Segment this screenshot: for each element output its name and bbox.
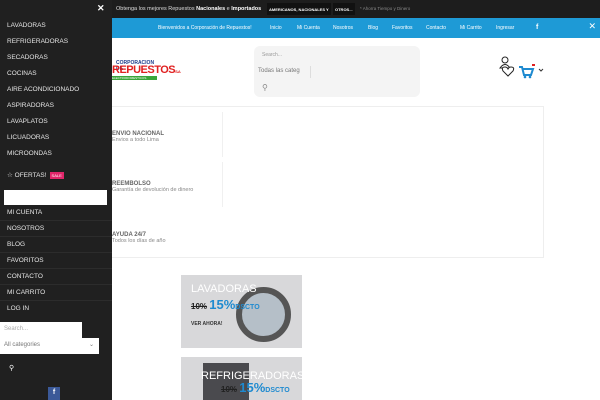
divider (0, 268, 112, 269)
sidebar-item-log-in[interactable]: LOG IN (7, 305, 29, 312)
chevron-down-icon[interactable] (538, 68, 544, 72)
nav-mi-carrito[interactable]: Mi Carrito (460, 25, 482, 31)
sidebar-item-refrigeradoras[interactable]: REFRIGERADORAS (7, 38, 68, 45)
nav-mi-cuenta[interactable]: Mi Cuenta (297, 25, 320, 31)
sidebar-item-aire[interactable]: AIRE ACONDICIONADO (7, 86, 79, 93)
sidebar-item-blog[interactable]: BLOG (7, 241, 25, 248)
nav-inicio[interactable]: Inicio (270, 25, 282, 31)
sidebar-item-ofertas[interactable]: ☆ OFERTAS! SALE (7, 171, 64, 179)
divider (0, 284, 112, 285)
divider (310, 66, 311, 78)
logo[interactable]: CORPORACION DE REPUESTOSS.A ELECTRODOMES… (112, 60, 181, 82)
announcement-text: Obtenga los mejores Repuestos Nacionales… (116, 6, 262, 12)
banner-refrigeradoras[interactable]: REFRIGERADORAS 10% 15%DSCTO (181, 357, 302, 400)
see-now-link[interactable]: VER AHORA! (191, 321, 222, 327)
sidebar-item-lavadoras[interactable]: LAVADORAS (7, 22, 46, 29)
search-icon[interactable]: ⚲ (9, 364, 14, 372)
announcement-note: * Ahorra Tiempo y Dinero (360, 6, 411, 11)
divider (222, 162, 223, 207)
sidebar-item-favoritos[interactable]: FAVORITOS (7, 257, 44, 264)
sidebar-category-select[interactable]: All categories ⌄ (0, 338, 99, 354)
sidebar-item-lavaplatos[interactable]: LAVAPLATOS (7, 118, 48, 125)
mobile-sidebar-menu: ✕ LAVADORAS REFRIGERADORAS SECADORAS COC… (0, 0, 112, 400)
divider (0, 300, 112, 301)
divider (0, 252, 112, 253)
header-search: Search... Todas las categ ⚲ (254, 46, 420, 97)
nav-contacto[interactable]: Contacto (426, 25, 446, 31)
cart-icon[interactable] (519, 66, 535, 79)
sidebar-item-microondas[interactable]: MICROONDAS (7, 150, 52, 157)
announcement-pill: OTROS... (333, 3, 355, 15)
feature-item: ENVIO NACIONAL Envios a todo Lima (112, 131, 165, 143)
nav-favoritos[interactable]: Favoritos (392, 25, 413, 31)
facebook-icon[interactable]: f (48, 387, 60, 400)
divider (0, 236, 112, 237)
sidebar-item-cocinas[interactable]: COCINAS (7, 70, 37, 77)
sidebar-item-mi-cuenta[interactable]: MI CUENTA (7, 209, 42, 216)
announcement-pill: AMERICANOS, NACIONALES Y (267, 3, 331, 15)
close-icon[interactable]: ✕ (588, 21, 596, 32)
nav-blog[interactable]: Blog (368, 25, 378, 31)
facebook-icon[interactable]: f (536, 24, 538, 31)
search-input[interactable]: Search... (262, 52, 282, 58)
close-icon[interactable]: ✕ (97, 3, 105, 14)
search-icon[interactable]: ⚲ (262, 83, 268, 92)
banner-lavadoras[interactable]: LAVADORAS 10% 15%DSCTO VER AHORA! (181, 275, 302, 348)
heart-icon[interactable] (501, 66, 515, 77)
divider (222, 112, 223, 157)
feature-item: AYUDA 24/7 Todos los días de año (112, 232, 166, 244)
sidebar-search-input[interactable]: Search... (0, 322, 82, 338)
divider (0, 220, 112, 221)
feature-item: REEMBOLSO Garantía de devolución de diner… (112, 181, 194, 193)
chevron-down-icon: ⌄ (88, 342, 94, 348)
sidebar-item-aspiradoras[interactable]: ASPIRADORAS (7, 102, 54, 109)
sidebar-item-nosotros[interactable]: NOSOTROS (7, 225, 44, 232)
nav-ingresar[interactable]: Ingresar (496, 25, 514, 31)
star-icon: ☆ (7, 172, 13, 179)
highlighted-item[interactable] (4, 190, 107, 205)
sidebar-item-licuadoras[interactable]: LICUADORAS (7, 134, 49, 141)
main-nav-bar: Bienvenidos a Corporación de Repuestos! … (112, 18, 600, 38)
sidebar-item-contacto[interactable]: CONTACTO (7, 273, 43, 280)
sale-badge: SALE (49, 172, 64, 179)
cart-count-badge (532, 64, 535, 66)
product-image (236, 287, 291, 342)
category-select[interactable]: Todas las categ (258, 68, 300, 74)
user-icon[interactable] (499, 56, 511, 69)
sidebar-item-mi-carrito[interactable]: MI CARRITO (7, 289, 45, 296)
header-icons (498, 55, 548, 80)
nav-nosotros[interactable]: Nosotros (333, 25, 353, 31)
sidebar-item-secadoras[interactable]: SECADORAS (7, 54, 48, 61)
welcome-text: Bienvenidos a Corporación de Repuestos! (158, 25, 252, 31)
features-box: ENVIO NACIONAL Envios a todo Lima REEMBOL… (112, 106, 544, 258)
